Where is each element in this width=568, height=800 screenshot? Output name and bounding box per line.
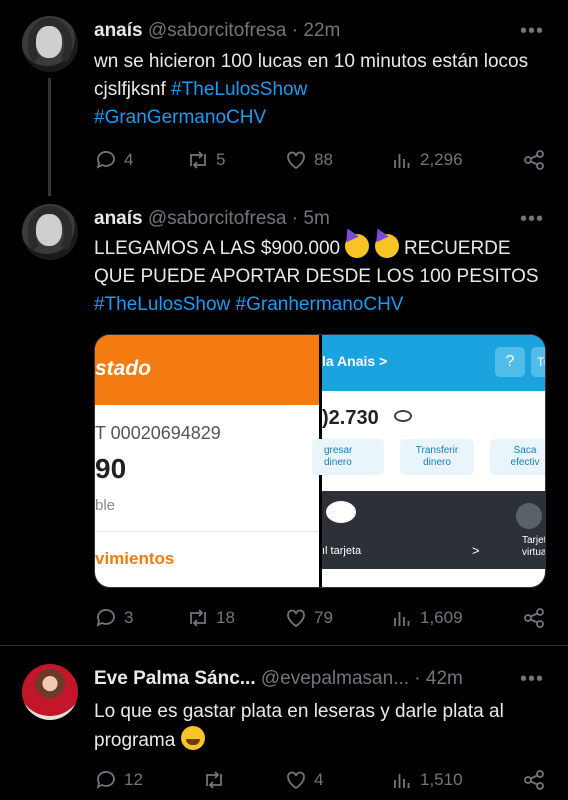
share-button[interactable]	[522, 768, 546, 792]
laughing-emoji	[180, 726, 205, 750]
reply-count: 12	[124, 770, 143, 789]
tweet-actions: 12 4 1,510	[94, 765, 546, 795]
tweet-text-body: Lo que es gastar plata en leseras y darl…	[94, 701, 504, 751]
view-count: 1,510	[420, 770, 463, 789]
avatar[interactable]	[22, 664, 78, 720]
reply-button[interactable]: 12	[94, 768, 143, 792]
reply-icon	[96, 771, 115, 789]
author-name[interactable]: Eve Palma Sánc...	[94, 668, 256, 689]
retweet-icon	[206, 771, 222, 789]
like-count: 4	[314, 770, 324, 789]
views-button[interactable]: 1,510	[390, 768, 463, 792]
timestamp[interactable]: · 42m	[414, 668, 463, 689]
author-handle[interactable]: @evepalmasan...	[261, 668, 409, 689]
share-icon	[524, 770, 544, 790]
like-button[interactable]: 4	[284, 768, 323, 792]
tweet-header: Eve Palma Sánc... @evepalmasan... · 42m	[94, 668, 463, 690]
views-icon	[394, 774, 410, 788]
heart-icon	[287, 771, 305, 790]
more-icon[interactable]: •••	[520, 668, 544, 691]
tweet-text: Lo que es gastar plata en leseras y darl…	[94, 698, 544, 755]
retweet-button[interactable]	[202, 768, 232, 792]
tweet-3[interactable]: Eve Palma Sánc... @evepalmasan... · 42m …	[0, 0, 568, 800]
